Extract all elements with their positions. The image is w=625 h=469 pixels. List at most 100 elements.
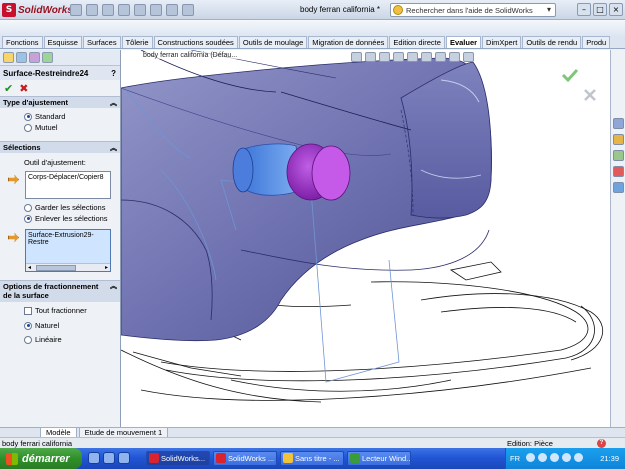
ok-button[interactable]: ✔ <box>4 82 13 95</box>
task-media-player[interactable]: Lecteur Wind... <box>347 451 411 466</box>
help-search[interactable]: Rechercher dans l'aide de SolidWorks ▾ <box>390 3 556 17</box>
tab-edition-directe[interactable]: Edition directe <box>389 36 445 48</box>
radio-standard[interactable]: Standard <box>0 111 120 122</box>
rebuild-icon[interactable] <box>166 4 178 16</box>
open-icon[interactable] <box>86 4 98 16</box>
task-paint[interactable]: Sans titre - ... <box>280 451 344 466</box>
appearance-icon[interactable] <box>449 52 460 62</box>
close-button[interactable]: × <box>609 3 623 16</box>
zoom-area-icon[interactable] <box>365 52 376 62</box>
zoom-fit-icon[interactable] <box>351 52 362 62</box>
tab-migration-de-donnees[interactable]: Migration de données <box>308 36 389 48</box>
configuration-icon[interactable] <box>29 52 40 63</box>
solidworks-logo[interactable]: S SolidWorks <box>2 2 73 18</box>
options-icon[interactable] <box>182 4 194 16</box>
group-selections[interactable]: Sélections ︽ <box>0 141 120 153</box>
collapse-icon[interactable]: ︽ <box>110 143 117 153</box>
undo-icon[interactable] <box>134 4 146 16</box>
tab-surfaces[interactable]: Surfaces <box>82 36 121 48</box>
radio-garder[interactable]: Garder les sélections <box>0 202 120 213</box>
tab-produ[interactable]: Produ <box>582 36 611 48</box>
radio-enlever[interactable]: Enlever les sélections <box>0 213 120 224</box>
tray-icon[interactable] <box>526 453 535 462</box>
radio-button[interactable] <box>24 203 32 212</box>
tab-dimxpert[interactable]: DimXpert <box>482 36 522 48</box>
radio-button[interactable] <box>24 321 32 330</box>
exhaust-opening[interactable] <box>232 147 254 193</box>
property-manager-icon[interactable] <box>16 52 27 63</box>
select-icon[interactable] <box>150 4 162 16</box>
tray-icon[interactable] <box>538 453 547 462</box>
search-input[interactable]: Rechercher dans l'aide de SolidWorks <box>406 6 533 15</box>
language-indicator[interactable]: FR <box>510 454 520 463</box>
radio-label: Enlever les sélections <box>35 214 108 223</box>
previous-view-icon[interactable] <box>379 52 390 62</box>
scene-icon[interactable] <box>463 52 474 62</box>
radio-button[interactable] <box>24 335 32 344</box>
tab-esquisse[interactable]: Esquisse <box>43 36 82 48</box>
view-palette-icon[interactable] <box>613 166 624 177</box>
listbox-scrollbar[interactable]: ◂ ▸ <box>26 263 110 271</box>
tool-value[interactable]: Corps-Déplacer/Copier8 <box>28 174 103 181</box>
radio-button[interactable] <box>24 123 32 132</box>
confirm-corner-ok-icon[interactable] <box>561 68 579 82</box>
help-icon[interactable]: ? <box>111 69 116 78</box>
radio-lineaire[interactable]: Linéaire <box>0 334 120 345</box>
collapse-icon[interactable]: ︽ <box>110 98 117 108</box>
group-fractionnement[interactable]: Options de fractionnement de la surface … <box>0 280 120 302</box>
task-solidworks-2[interactable]: SolidWorks ... <box>213 451 277 466</box>
radio-button[interactable] <box>24 214 32 223</box>
ie-icon[interactable] <box>88 452 100 464</box>
scroll-right-icon[interactable]: ▸ <box>105 264 108 272</box>
maximize-button[interactable]: □ <box>593 3 607 16</box>
tab-tolerie[interactable]: Tôlerie <box>121 36 153 48</box>
display-style-icon[interactable] <box>421 52 432 62</box>
group-label: Type d'ajustement <box>3 98 68 107</box>
car-body-model[interactable] <box>121 50 610 427</box>
checkbox[interactable] <box>24 306 32 315</box>
radio-naturel[interactable]: Naturel <box>0 320 120 331</box>
network-icon[interactable] <box>574 453 583 462</box>
radio-mutuel[interactable]: Mutuel <box>0 122 120 133</box>
graphics-area[interactable]: body ferran california (Défau... <box>121 50 610 427</box>
save-icon[interactable] <box>102 4 114 16</box>
collapse-icon[interactable]: ︽ <box>110 282 117 291</box>
media-icon[interactable] <box>118 452 130 464</box>
start-button[interactable]: démarrer <box>0 448 82 469</box>
radio-button[interactable] <box>24 112 32 121</box>
cancel-button[interactable]: ✖ <box>19 82 28 95</box>
selection-listbox[interactable]: Surface-Extrusion29-Restre ◂ ▸ <box>25 229 111 272</box>
volume-icon[interactable] <box>562 453 571 462</box>
tab-outils-de-rendu[interactable]: Outils de rendu <box>522 36 582 48</box>
scroll-thumb[interactable] <box>36 265 76 271</box>
resources-icon[interactable] <box>613 118 624 129</box>
section-view-icon[interactable] <box>393 52 404 62</box>
feature-title: Surface-Restreindre24 ? <box>0 66 120 80</box>
file-explorer-icon[interactable] <box>613 150 624 161</box>
tab-constructions-soudees[interactable]: Constructions soudées <box>153 36 238 48</box>
minimize-button[interactable]: – <box>577 3 591 16</box>
tool-listbox[interactable]: Corps-Déplacer/Copier8 <box>25 171 111 199</box>
print-icon[interactable] <box>118 4 130 16</box>
scroll-left-icon[interactable]: ◂ <box>28 264 31 272</box>
tray-icon[interactable] <box>550 453 559 462</box>
display-manager-icon[interactable] <box>42 52 53 63</box>
new-icon[interactable] <box>70 4 82 16</box>
group-label: Options de fractionnement de la surface <box>3 282 99 300</box>
appearances-icon[interactable] <box>613 182 624 193</box>
confirm-corner-cancel-icon[interactable] <box>583 88 597 102</box>
task-solidworks-1[interactable]: SolidWorks... <box>146 451 210 466</box>
check-tout-fractionner[interactable]: Tout fractionner <box>0 305 120 316</box>
selection-value[interactable]: Surface-Extrusion29-Restre <box>28 232 94 246</box>
explorer-icon[interactable] <box>103 452 115 464</box>
status-help-icon[interactable]: ? <box>597 439 606 448</box>
tab-evaluer[interactable]: Evaluer <box>445 36 482 48</box>
feature-tree-icon[interactable] <box>3 52 14 63</box>
view-orientation-icon[interactable] <box>407 52 418 62</box>
tab-outils-de-moulage[interactable]: Outils de moulage <box>238 36 308 48</box>
tab-fonctions[interactable]: Fonctions <box>2 36 43 48</box>
group-type-ajustement[interactable]: Type d'ajustement ︽ <box>0 96 120 108</box>
hide-show-icon[interactable] <box>435 52 446 62</box>
search-dropdown-icon[interactable]: ▾ <box>543 4 555 16</box>
design-library-icon[interactable] <box>613 134 624 145</box>
